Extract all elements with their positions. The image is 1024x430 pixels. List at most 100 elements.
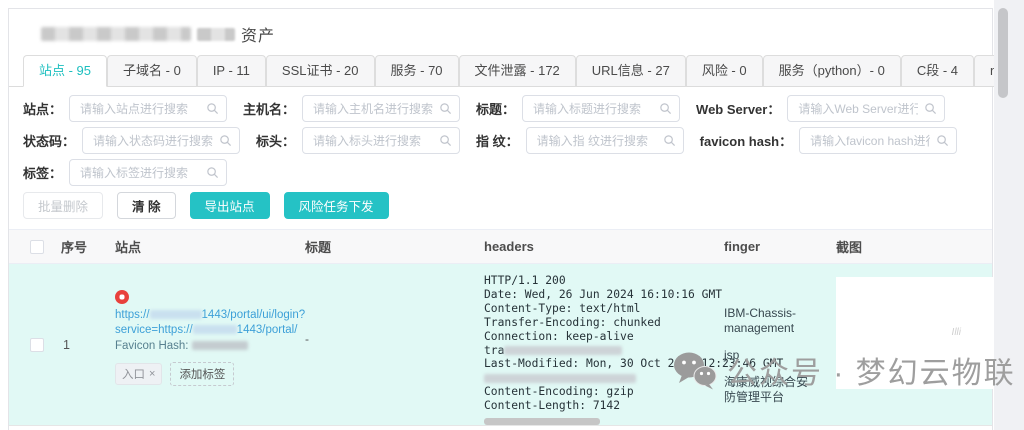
filter-status-code: 状态码： — [23, 127, 241, 154]
redacted-title-block — [41, 27, 191, 41]
tab-ssl-certs[interactable]: SSL证书 - 20 — [265, 55, 375, 87]
site-screenshot-thumbnail[interactable]: Illi — [836, 277, 999, 389]
filter-web-server-input[interactable] — [787, 95, 946, 122]
tab-bar: 站点 - 95 子域名 - 0 IP - 11 SSL证书 - 20 服务 - … — [9, 55, 1024, 87]
tag-close-icon[interactable]: × — [149, 368, 155, 380]
filter-row-3: 标签： — [23, 159, 992, 186]
page: 资产 站点 - 95 子域名 - 0 IP - 11 SSL证书 - 20 服务… — [0, 0, 1024, 430]
search-icon — [663, 135, 675, 147]
search-icon — [440, 135, 452, 147]
tab-file-leaks[interactable]: 文件泄露 - 172 — [458, 55, 576, 87]
tab-subdomains[interactable]: 子域名 - 0 — [107, 55, 197, 87]
filter-status-code-input[interactable] — [82, 127, 241, 154]
filter-tag-label: 标签： — [23, 166, 63, 181]
filter-web-server: Web Server： — [696, 95, 946, 122]
filter-favicon-hash: favicon hash： — [699, 127, 958, 154]
filter-favicon-hash-label: favicon hash： — [699, 134, 793, 149]
header-line: Content-Type: text/html — [484, 301, 641, 315]
scrollbar-track[interactable] — [994, 0, 1024, 430]
content-card: 资产 站点 - 95 子域名 - 0 IP - 11 SSL证书 - 20 服务… — [8, 8, 1024, 430]
sites-table: 序号 站点 标题 headers finger 截图 1 https://144… — [9, 229, 999, 427]
col-site: 站点 — [115, 240, 142, 255]
row-screenshot-cell: Illi — [823, 264, 999, 425]
col-title: 标题 — [305, 240, 332, 255]
finger-item: jsp — [724, 348, 740, 362]
filter-site-input[interactable] — [69, 95, 228, 122]
filter-site: 站点： — [23, 95, 228, 122]
redacted-host — [149, 310, 202, 320]
thumbnail-faint-text: Illi — [951, 327, 961, 338]
header-line — [484, 371, 711, 385]
filter-tag-input[interactable] — [69, 159, 228, 186]
filter-title-input[interactable] — [522, 95, 681, 122]
header-line: Connection: keep-alive — [484, 329, 634, 343]
tab-url-info[interactable]: URL信息 - 27 — [575, 55, 686, 87]
filter-site-label: 站点： — [23, 102, 63, 117]
filter-header-label: 标头： — [256, 134, 296, 149]
action-bar: 批量删除 清 除 导出站点 风险任务下发 — [9, 192, 992, 219]
col-screenshot: 截图 — [836, 240, 863, 255]
row-headers-cell: HTTP/1.1 200 Date: Wed, 26 Jun 2024 16:1… — [471, 264, 784, 426]
filter-row-1: 站点： 主机名： 标题： Web Server： — [23, 95, 992, 122]
row-site-cell: https://1443/portal/ui/login? service=ht… — [99, 264, 305, 425]
row-finger-cell: IBM-Chassis-management jsp 海康威视综合安防管理平台 — [711, 264, 823, 425]
scrollbar-thumb[interactable] — [998, 8, 1008, 98]
col-headers: headers — [484, 239, 534, 254]
bulk-delete-button[interactable]: 批量删除 — [23, 192, 104, 219]
header-line: Last-Modified: Mon, 30 Oct 2023 12:23:46… — [484, 357, 784, 371]
select-all-checkbox[interactable] — [30, 239, 44, 254]
redacted-title-block — [197, 27, 235, 41]
header-line: Date: Wed, 26 Jun 2024 16:10:16 GMT — [484, 287, 723, 301]
header-line: tra — [484, 344, 711, 358]
search-icon — [207, 167, 219, 179]
search-icon — [440, 103, 452, 115]
row-checkbox[interactable] — [30, 337, 44, 352]
finger-item: 海康威视综合安防管理平台 — [724, 375, 809, 404]
filter-title: 标题： — [476, 95, 681, 122]
tab-c-segment[interactable]: C段 - 4 — [900, 55, 974, 87]
header-line: HTTP/1.1 200 — [484, 274, 566, 287]
site-link[interactable]: https://1443/portal/ui/login? service=ht… — [115, 308, 305, 338]
add-tag-button[interactable]: 添加标签 — [170, 362, 235, 386]
tab-services-python[interactable]: 服务（python）- 0 — [762, 55, 901, 87]
filter-header: 标头： — [256, 127, 461, 154]
filter-hostname-label: 主机名： — [243, 102, 296, 117]
site-favicon-icon — [115, 290, 129, 304]
tab-risk[interactable]: 风险 - 0 — [685, 55, 763, 87]
tag-row: 入口 × 添加标签 — [115, 362, 295, 386]
filter-header-input[interactable] — [302, 127, 461, 154]
table-row: 1 https://1443/portal/ui/login? service=… — [9, 264, 999, 427]
tab-ip[interactable]: IP - 11 — [196, 55, 266, 87]
search-icon — [220, 135, 232, 147]
filter-title-label: 标题： — [476, 102, 516, 117]
clear-button[interactable]: 清 除 — [117, 192, 176, 219]
filter-finger: 指 纹： — [476, 127, 684, 154]
tab-services[interactable]: 服务 - 70 — [374, 55, 459, 87]
export-sites-button[interactable]: 导出站点 — [189, 192, 270, 219]
filter-hostname-input[interactable] — [302, 95, 461, 122]
filter-hostname: 主机名： — [243, 95, 461, 122]
search-icon — [207, 103, 219, 115]
tab-sites[interactable]: 站点 - 95 — [23, 55, 108, 87]
page-title-text: 资产 — [241, 28, 276, 45]
redacted-header-value — [504, 346, 623, 356]
col-seq: 序号 — [61, 240, 88, 255]
filter-web-server-label: Web Server： — [696, 102, 781, 117]
redacted-host — [192, 325, 237, 335]
redacted-strip — [484, 418, 600, 426]
row-title-cell: - — [305, 332, 309, 346]
search-icon — [937, 135, 949, 147]
header-line: Content-Encoding: gzip — [484, 385, 634, 399]
risk-task-button[interactable]: 风险任务下发 — [283, 192, 389, 219]
filter-panel: 站点： 主机名： 标题： Web Server： — [9, 95, 992, 186]
filter-favicon-hash-input[interactable] — [799, 127, 958, 154]
filter-finger-label: 指 纹： — [476, 134, 519, 149]
favicon-hash: Favicon Hash: — [115, 340, 295, 352]
search-icon — [925, 103, 937, 115]
header-line: Content-Length: 7142 — [484, 399, 621, 413]
redacted-header-line — [484, 373, 636, 383]
site-tag[interactable]: 入口 × — [115, 363, 163, 385]
filter-tag: 标签： — [23, 159, 228, 186]
filter-finger-input[interactable] — [525, 127, 684, 154]
filter-status-code-label: 状态码： — [23, 134, 76, 149]
